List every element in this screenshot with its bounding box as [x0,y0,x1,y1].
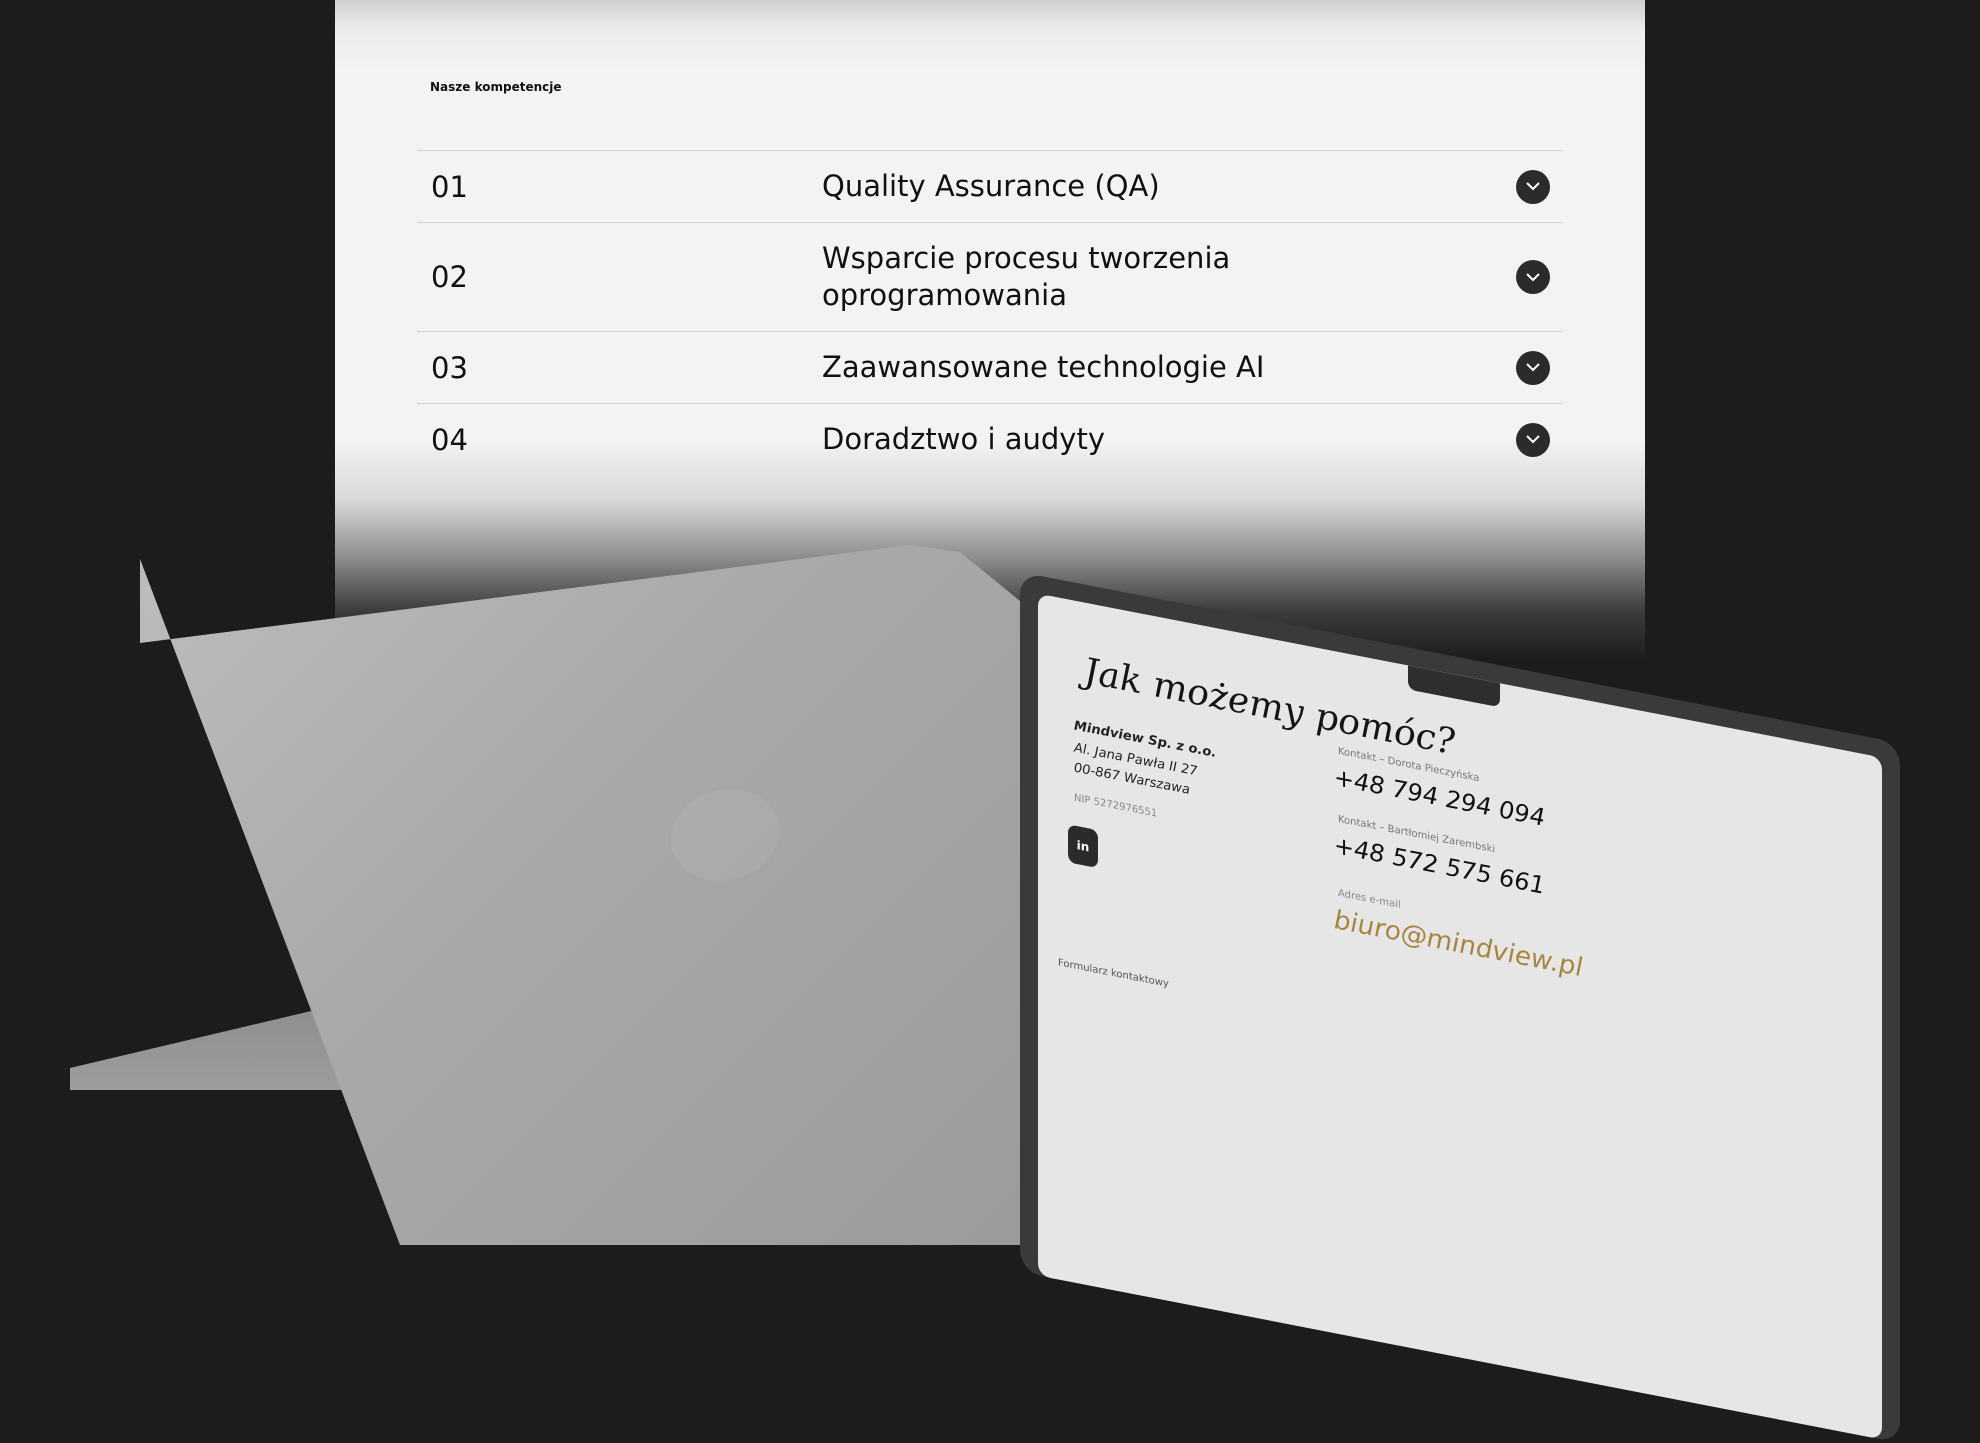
accordion-title: Quality Assurance (QA) [822,169,1160,203]
chevron-down-icon[interactable] [1516,260,1550,294]
section-label: Nasze kompetencje [430,80,562,94]
accordion-item-01[interactable]: 01 Quality Assurance (QA) [417,150,1563,222]
accordion-number: 04 [431,422,468,457]
accordion-title: Wsparcie procesu tworzenia oprogramowani… [822,241,1231,312]
company-nip: NIP 5272976551 [1074,792,1158,820]
chevron-down-icon[interactable] [1516,350,1550,385]
accordion-item-03[interactable]: 03 Zaawansowane technologie AI [417,331,1563,403]
laptop-lid-image [140,545,1140,1245]
competences-accordion: 01 Quality Assurance (QA) 02 Wsparcie pr… [417,150,1563,475]
email-address: biuro@mindview.pl [1334,905,1583,984]
linkedin-icon: in [1068,824,1098,869]
chevron-down-icon[interactable] [1516,169,1550,204]
laptop-display: Jak możemy pomóc? Mindview Sp. z o.o. Al… [1038,593,1882,1440]
accordion-title: Doradztwo i audyty [822,422,1105,456]
contact-form-label: Formularz kontaktowy [1058,957,1169,990]
accordion-number: 02 [431,260,468,294]
chevron-down-icon[interactable] [1516,422,1550,457]
accordion-item-02[interactable]: 02 Wsparcie procesu tworzenia oprogramow… [417,222,1563,331]
accordion-number: 03 [431,350,468,385]
accordion-number: 01 [431,169,468,204]
laptop-screen-mockup: Jak możemy pomóc? Mindview Sp. z o.o. Al… [1020,572,1900,1443]
camera-notch [1408,665,1500,708]
contact-heading: Jak możemy pomóc? [1084,650,1456,764]
accordion-item-04[interactable]: 04 Doradztwo i audyty [417,403,1563,475]
accordion-title: Zaawansowane technologie AI [822,350,1265,384]
